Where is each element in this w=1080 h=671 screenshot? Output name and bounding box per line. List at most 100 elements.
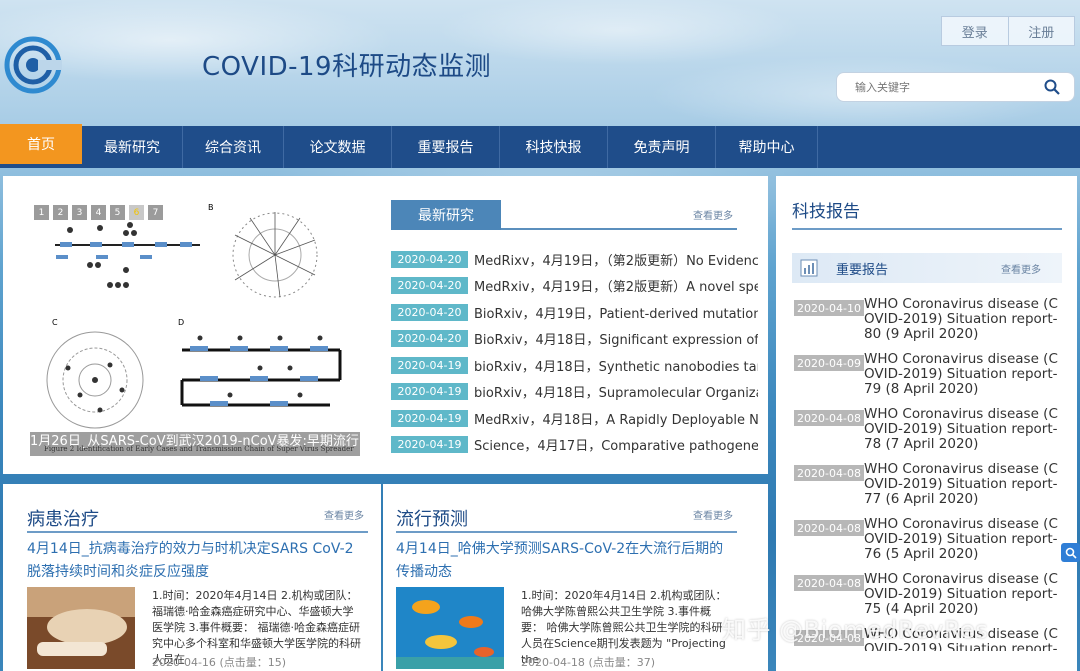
report-item[interactable]: 2020-04-09 WHO Coronavirus disease (COVID… (794, 352, 1070, 407)
treatment-headline[interactable]: 4月14日_抗病毒治疗的效力与时机决定SARS CoV-2脱落持续时间和炎症反应… (27, 538, 367, 584)
reports-title: 科技报告 (792, 202, 860, 222)
carousel-dot[interactable]: 3 (72, 205, 87, 220)
news-row[interactable]: 2020-04-19 bioRxiv，4月18日，Synthetic nanobo… (391, 352, 758, 379)
nav-item-key-reports[interactable]: 重要报告 (392, 126, 500, 168)
report-item[interactable]: 2020-04-08 WHO Coronavirus disease (COVID… (794, 407, 1070, 462)
reports-list: 2020-04-10 WHO Coronavirus disease (COVID… (794, 297, 1070, 651)
news-date: 2020-04-20 (391, 250, 468, 268)
news-row[interactable]: 2020-04-20 BioRxiv，4月18日，Significant expr… (391, 326, 758, 353)
forecast-divider (396, 531, 737, 533)
latest-research-more-link[interactable]: 查看更多 (693, 207, 733, 222)
report-item[interactable]: 2020-04-10 WHO Coronavirus disease (COVID… (794, 297, 1070, 352)
site-title: COVID-19科研动态监测 (202, 52, 492, 82)
treatment-divider (27, 531, 368, 533)
carousel-dot[interactable]: 1 (34, 205, 49, 220)
carousel-dot[interactable]: 2 (53, 205, 68, 220)
report-date: 2020-04-09 (794, 355, 864, 371)
reports-more-link[interactable]: 查看更多 (1001, 261, 1041, 276)
news-date: 2020-04-19 (391, 436, 468, 454)
panel-label-c: C (52, 318, 58, 327)
search-icon (1065, 547, 1077, 559)
news-row[interactable]: 2020-04-20 MedRxiv，4月19日，（第2版更新）A novel s… (391, 273, 758, 300)
latest-research-list: 2020-04-20 MedRixv，4月19日，（第2版更新）No Eviden… (391, 246, 758, 458)
login-button[interactable]: 登录 (942, 17, 1008, 45)
forecast-meta: 2020-04-18 (点击量：37) (521, 654, 655, 670)
report-title: WHO Coronavirus disease (COVID-2019) Sit… (864, 296, 1058, 342)
news-title: bioRxiv，4月18日，Supramolecular Organizatio… (474, 386, 758, 402)
treatment-clicks: (点击量：15) (219, 656, 287, 669)
report-title: WHO Coronavirus disease (COVID-2019) Sit… (864, 351, 1058, 397)
forecast-date: 2020-04-18 (521, 656, 585, 669)
forecast-title: 流行预测 (396, 509, 468, 530)
news-date: 2020-04-19 (391, 409, 468, 427)
carousel-dot-active[interactable]: 6 (129, 205, 144, 220)
reports-divider (792, 228, 1062, 230)
report-title: WHO Coronavirus disease (COVID-2019) Sit… (864, 461, 1058, 507)
news-title: bioRxiv，4月18日，Synthetic nanobodies targe… (474, 359, 758, 375)
report-date: 2020-04-08 (794, 410, 864, 426)
news-date: 2020-04-20 (391, 303, 468, 321)
report-title: WHO Coronavirus disease (COVID-2019) Sit… (864, 406, 1058, 452)
figure-caption: Figure 2 Identification of Early Cases a… (44, 445, 354, 453)
news-row[interactable]: 2020-04-19 Science，4月17日，Comparative path… (391, 432, 758, 459)
news-title: MedRxiv，4月18日，A Rapidly Deployable Negat… (474, 412, 758, 428)
news-title: BioRxiv，4月18日，Significant expression of … (474, 333, 758, 349)
figure-illustration: B C D (46, 203, 342, 429)
treatment-meta: 2020-04-16 (点击量：15) (152, 654, 286, 670)
news-row[interactable]: 2020-04-19 bioRxiv，4月18日，Supramolecular O… (391, 379, 758, 406)
report-date: 2020-04-08 (794, 465, 864, 481)
nav-item-tech-bulletin[interactable]: 科技快报 (500, 126, 608, 168)
nav-item-help[interactable]: 帮助中心 (716, 126, 818, 168)
nav-item-news[interactable]: 综合资讯 (183, 126, 284, 168)
news-row[interactable]: 2020-04-20 BioRxiv，4月19日，Patient-derived … (391, 299, 758, 326)
news-title: MedRxiv，4月19日，（第2版更新）A novel specific (474, 280, 758, 296)
main-nav: 首页 最新研究 综合资讯 论文数据 重要报告 科技快报 免责声明 帮助中心 (0, 124, 1080, 168)
news-title: BioRxiv，4月19日，Patient-derived mutations … (474, 306, 758, 322)
news-date: 2020-04-20 (391, 277, 468, 295)
forecast-clicks: (点击量：37) (588, 656, 656, 669)
carousel-dot[interactable]: 4 (91, 205, 106, 220)
news-row[interactable]: 2020-04-19 MedRxiv，4月18日，A Rapidly Deploy… (391, 405, 758, 432)
news-date: 2020-04-19 (391, 356, 468, 374)
panel-label-d: D (178, 318, 184, 327)
report-date: 2020-04-10 (794, 300, 864, 316)
treatment-thumbnail[interactable] (27, 587, 135, 669)
floating-search-button[interactable] (1061, 543, 1080, 562)
carousel-pager: 1 2 3 4 5 6 7 (34, 205, 163, 220)
news-title: Science，4月17日，Comparative pathogenesis o… (474, 439, 758, 455)
bar-chart-icon (800, 259, 818, 277)
forecast-thumbnail[interactable] (396, 587, 504, 669)
forecast-headline[interactable]: 4月14日_哈佛大学预测SARS-CoV-2在大流行后期的传播动态 (396, 538, 736, 584)
carousel-dot[interactable]: 7 (148, 205, 163, 220)
latest-research-tab[interactable]: 最新研究 (391, 200, 501, 230)
treatment-more-link[interactable]: 查看更多 (324, 507, 364, 522)
panel-label-b: B (208, 203, 214, 212)
news-date: 2020-04-20 (391, 330, 468, 348)
search-input[interactable] (837, 80, 1037, 94)
nav-item-disclaimer[interactable]: 免责声明 (608, 126, 716, 168)
key-reports-label: 重要报告 (836, 262, 889, 278)
watermark: 知乎 @BiomedRevRes (722, 616, 989, 644)
report-title: WHO Coronavirus disease (COVID-2019) Sit… (864, 516, 1058, 562)
carousel-dot[interactable]: 5 (110, 205, 125, 220)
search-box (836, 72, 1075, 102)
register-button[interactable]: 注册 (1007, 17, 1075, 45)
carousel-image[interactable]: B C D (30, 200, 360, 456)
news-title: MedRixv，4月19日，（第2版更新）No Evidence of (474, 253, 758, 269)
nav-item-home[interactable]: 首页 (0, 124, 82, 164)
nav-item-latest-research[interactable]: 最新研究 (82, 126, 183, 168)
auth-bar: 登录 注册 (941, 16, 1075, 46)
treatment-title: 病患治疗 (27, 509, 99, 530)
search-icon (1044, 79, 1060, 95)
forecast-more-link[interactable]: 查看更多 (693, 507, 733, 522)
search-button[interactable] (1037, 73, 1067, 101)
news-date: 2020-04-19 (391, 383, 468, 401)
report-date: 2020-04-08 (794, 575, 864, 591)
news-row[interactable]: 2020-04-20 MedRixv，4月19日，（第2版更新）No Eviden… (391, 246, 758, 273)
report-date: 2020-04-08 (794, 520, 864, 536)
report-item[interactable]: 2020-04-08 WHO Coronavirus disease (COVID… (794, 462, 1070, 517)
nav-item-paper-data[interactable]: 论文数据 (284, 126, 392, 168)
site-logo-icon[interactable] (4, 36, 62, 94)
report-item[interactable]: 2020-04-08 WHO Coronavirus disease (COVID… (794, 517, 1070, 572)
treatment-date: 2020-04-16 (152, 656, 216, 669)
